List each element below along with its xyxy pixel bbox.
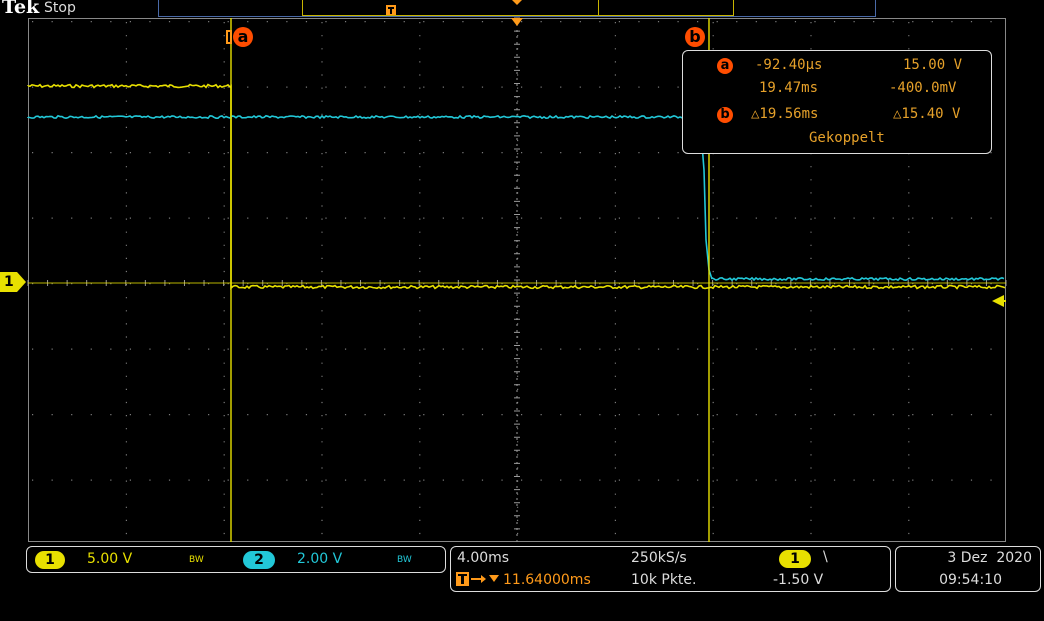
trigger-source-badge[interactable]: 1 — [779, 550, 811, 568]
horizontal-scale[interactable]: 4.00ms — [457, 550, 509, 566]
ch2-bw-limit: BW — [397, 555, 412, 565]
delta-time: △19.56ms — [751, 106, 819, 122]
cursor-mode: Gekoppelt — [809, 130, 885, 146]
cursor-a-voltage: 15.00 V — [903, 57, 963, 73]
cursor-a-flag-icon — [226, 30, 232, 44]
ch2-scale[interactable]: 2.00 V — [297, 551, 342, 567]
ch2-badge[interactable]: 2 — [243, 551, 275, 569]
cursor-a-label[interactable]: a — [233, 27, 253, 47]
cursor-b-label[interactable]: b — [685, 27, 705, 47]
readout-cursor-a-badge: a — [717, 58, 733, 74]
ch1-bw-limit: BW — [189, 555, 204, 565]
ch1-badge[interactable]: 1 — [35, 551, 65, 569]
date: 3 Dez 2020 — [947, 550, 1032, 566]
cursor-b-voltage: -400.0mV — [889, 80, 957, 96]
sample-rate: 250kS/s — [631, 550, 687, 566]
cursor-readout-panel: a -92.40µs 15.00 V 19.47ms -400.0mV b △1… — [682, 50, 992, 154]
cursor-a-time: -92.40µs — [755, 57, 823, 73]
record-length: 10k Pkte. — [631, 572, 697, 588]
trigger-delay[interactable]: 11.64000ms — [503, 572, 591, 588]
trigger-slope[interactable]: \ — [823, 549, 828, 565]
readout-cursor-b-badge: b — [717, 107, 733, 123]
cursor-b-time: 19.47ms — [759, 80, 819, 96]
ch1-ground-marker[interactable]: 1 — [0, 272, 28, 296]
delta-voltage: △15.40 V — [893, 106, 961, 122]
ch1-marker-label: 1 — [4, 274, 14, 290]
trigger-delay-icon — [456, 572, 499, 586]
trigger-level[interactable]: -1.50 V — [773, 572, 823, 588]
trigger-position-icon[interactable] — [511, 18, 523, 27]
ch1-scale[interactable]: 5.00 V — [87, 551, 132, 567]
trigger-level-icon[interactable] — [990, 294, 1006, 308]
time: 09:54:10 — [939, 572, 1002, 588]
channel-scales-panel: 1 5.00 V BW 2 2.00 V BW — [26, 546, 446, 573]
datetime-panel: 3 Dez 2020 09:54:10 — [895, 546, 1041, 592]
timebase-panel[interactable]: 4.00ms 250kS/s 1 \ 11.64000ms 10k Pkte. … — [450, 546, 891, 592]
